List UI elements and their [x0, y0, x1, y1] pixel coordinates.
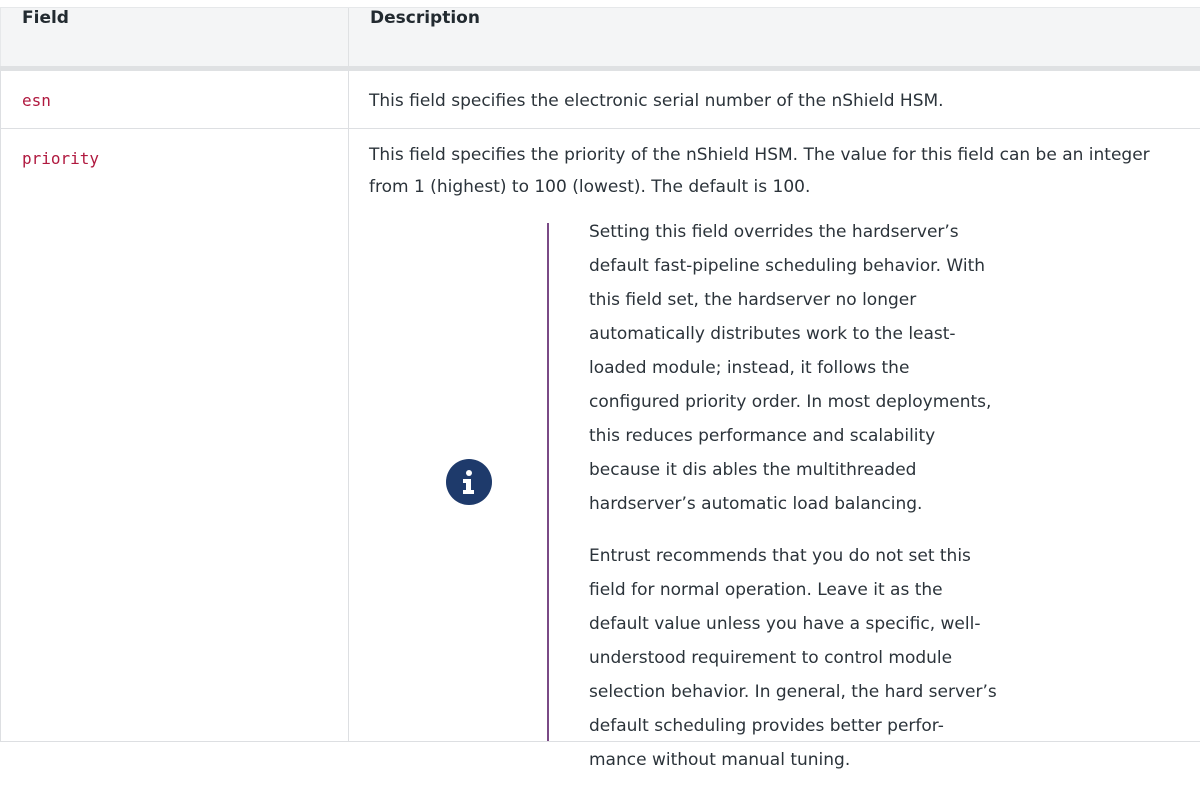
- admonition-paragraph: Entrust recommends that you do not set t…: [589, 546, 997, 770]
- document-page: Field Description esn This field specifi…: [0, 0, 1200, 798]
- column-header-description: Description: [348, 7, 1200, 71]
- admonition-divider: [547, 223, 549, 741]
- table-row: esn This field specifies the electronic …: [0, 68, 1200, 129]
- admonition-content: Setting this field overrides the hardser…: [589, 215, 999, 777]
- admonition-icon-column: [419, 223, 519, 741]
- info-admonition: Setting this field overrides the hardser…: [369, 222, 1189, 770]
- field-name-cell: esn: [0, 68, 349, 129]
- field-description-cell: This field specifies the electronic seri…: [348, 68, 1200, 129]
- info-icon: [446, 459, 492, 505]
- table-header-row: Field Description: [0, 7, 1200, 71]
- field-description-cell: This field specifies the priority of the…: [348, 128, 1200, 770]
- fields-table: Field Description esn This field specifi…: [0, 7, 1200, 770]
- admonition-paragraph: Setting this field overrides the hardser…: [589, 222, 992, 514]
- priority-description-text: This field specifies the priority of the…: [369, 145, 1150, 197]
- field-name-cell: priority: [0, 128, 349, 742]
- column-header-field: Field: [0, 7, 349, 71]
- table-row: priority This field specifies the priori…: [0, 128, 1200, 770]
